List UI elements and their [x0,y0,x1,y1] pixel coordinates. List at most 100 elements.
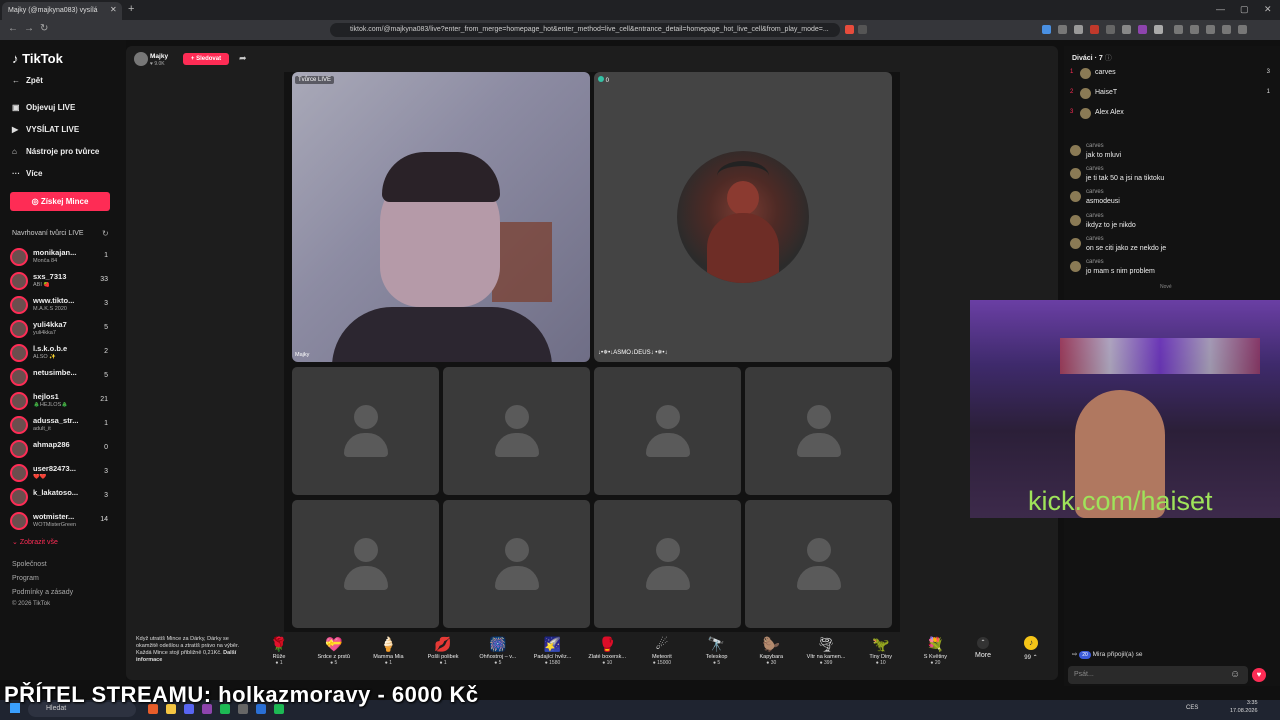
extension-icon[interactable] [1190,25,1199,34]
creator-item[interactable]: netusimbe... 5 [10,366,110,388]
empty-guest-slot[interactable] [745,367,892,495]
host-video[interactable] [292,72,590,362]
minimize-icon[interactable]: — [1216,4,1225,14]
nav-creator-tools[interactable]: ⌂ Nástroje pro tvůrce [12,147,99,156]
gift-item[interactable]: 🔭 Teleskop ● 5 [692,636,742,666]
extension-icon[interactable] [1174,25,1183,34]
chat-user[interactable]: carves [1086,143,1104,149]
empty-guest-slot[interactable] [594,367,741,495]
extension-icon[interactable] [1042,25,1051,34]
chat-user[interactable]: carves [1086,259,1104,265]
brave-shield-icon[interactable] [845,25,854,34]
empty-guest-slot[interactable] [594,500,741,628]
extension-icon[interactable] [1154,25,1163,34]
footer-link[interactable]: Společnost [12,561,47,568]
gift-item[interactable]: 🌠 Padající hvěz... ● 1580 [528,636,578,666]
chat-avatar[interactable] [1070,145,1081,156]
back-icon[interactable]: ← [8,23,18,34]
tiktok-logo[interactable]: ♪ TikTok [12,51,63,66]
creator-item[interactable]: k_lakatoso... 3 [10,486,110,508]
chat-avatar[interactable] [1070,261,1081,272]
more-gifts-button[interactable]: ⌃ More [972,637,994,659]
nav-more[interactable]: ··· Více [12,169,42,178]
creator-item[interactable]: wotmister... WOTMisterGreen 14 [10,510,110,532]
viewer-item[interactable]: 1 carves 3 [1070,66,1270,82]
creator-item[interactable]: hejlos1 🎄HEJLOS🎄 21 [10,390,110,412]
creator-item[interactable]: user82473... ❤️❤️ 3 [10,462,110,484]
empty-guest-slot[interactable] [443,367,590,495]
chat-user[interactable]: carves [1086,166,1104,172]
empty-guest-slot[interactable] [292,367,439,495]
nav-go-live[interactable]: ▶ VYSÍLAT LIVE [12,125,79,134]
extension-icon[interactable] [1122,25,1131,34]
gift-item[interactable]: 💝 Srdce z prstů ● 5 [309,636,359,666]
menu-icon[interactable] [1238,25,1247,34]
empty-guest-slot[interactable] [443,500,590,628]
close-tab-icon[interactable]: ✕ [110,5,117,14]
creator-item[interactable]: ahmap286 0 [10,438,110,460]
viewer-item[interactable]: 3 Alex Alex [1070,106,1270,122]
extension-icon[interactable] [1058,25,1067,34]
info-icon[interactable]: ⓘ [1105,55,1112,62]
chat-user[interactable]: carves [1086,213,1104,219]
coin-balance-button[interactable]: ♪ 99 ⌃ [1018,636,1044,661]
creator-item[interactable]: yuli4kka7 yuli4kka7 5 [10,318,110,340]
url-input[interactable]: tiktok.com/@majkyna083/live?enter_from_m… [330,23,840,37]
extension-icon[interactable] [1138,25,1147,34]
chat-input[interactable]: Psát... [1068,666,1248,684]
chat-avatar[interactable] [1070,214,1081,226]
creator-item[interactable]: monikajan... Monča 84 1 [10,246,110,268]
empty-guest-slot[interactable] [745,500,892,628]
gift-item[interactable]: 🍦 Mamma Mia ● 1 [363,636,413,666]
nav-explore-live[interactable]: ▣ Objevuj LIVE [12,103,75,112]
gift-item[interactable]: 🦖 Tiny Diny ● 10 [856,636,906,666]
viewers-title-text: Diváci · 7 [1072,55,1103,62]
browser-tab[interactable]: Majky (@majkyna083) vysílá [2,2,122,20]
gift-item[interactable]: 🦫 Kapybara ● 30 [746,636,796,666]
language-indicator[interactable]: CES [1186,705,1198,711]
chat-user[interactable]: carves [1086,189,1104,195]
creator-item[interactable]: www.tikto... M.A.K.S 2020 3 [10,294,110,316]
get-coins-button[interactable]: ◎ Získej Mince [10,192,110,211]
chat-avatar[interactable] [1070,191,1081,203]
gift-item[interactable]: 🌹 Růže ● 1 [254,636,304,666]
empty-guest-slot[interactable] [292,500,439,628]
chat-user[interactable]: carves [1086,236,1104,242]
new-tab-icon[interactable]: + [128,3,134,15]
creator-item[interactable]: l.s.k.o.b.e ALSO ✨ 2 [10,342,110,364]
gift-item[interactable]: 💐 S Květiny ● 20 [910,636,960,666]
extension-icon[interactable] [1074,25,1083,34]
wallet-icon[interactable] [1222,25,1231,34]
gift-item[interactable]: 💋 Pošli polibek ● 1 [418,636,468,666]
maximize-icon[interactable]: ▢ [1240,4,1249,15]
chat-avatar[interactable] [1070,168,1081,180]
forward-icon[interactable]: → [24,23,34,34]
refresh-icon[interactable]: ↻ [102,229,109,238]
host-name[interactable]: Majky [150,53,168,60]
viewer-item[interactable]: 2 HaiseT 1 [1070,86,1270,102]
gift-item[interactable]: 🥊 Zlaté boxersk... ● 10 [582,636,632,666]
sidebar-toggle-icon[interactable] [1206,25,1215,34]
back-link[interactable]: ← Zpět [12,76,43,85]
reload-icon[interactable]: ↻ [40,23,48,34]
footer-link[interactable]: Program [12,575,39,582]
close-window-icon[interactable]: ✕ [1264,4,1272,15]
gift-item[interactable]: 🌪 Vítr na kamen... ● 399 [801,636,851,666]
rewards-icon[interactable] [858,25,867,34]
creator-name: k_lakatoso... [33,488,79,497]
clock[interactable]: 3:35 17.08.2026 [1230,700,1258,715]
extension-icon[interactable] [1106,25,1115,34]
footer-link[interactable]: Podmínky a zásady [12,589,73,596]
creator-item[interactable]: sxs_7313 ABI 🍓 33 [10,270,110,292]
extension-icon[interactable] [1090,25,1099,34]
like-heart-button[interactable]: ♥ [1252,668,1266,682]
host-avatar[interactable] [134,52,148,66]
show-all-link[interactable]: ⌄ Zobrazit vše [12,538,58,546]
share-icon[interactable]: ➦ [239,53,247,64]
gift-item[interactable]: ☄ Meteorit ● 15000 [637,636,687,666]
follow-button[interactable]: + Sledovat [183,53,229,65]
gift-item[interactable]: 🎆 Ohňostroj – v... ● 5 [473,636,523,666]
creator-item[interactable]: adussa_str... adult_it 1 [10,414,110,436]
chat-avatar[interactable] [1070,237,1081,249]
emoji-icon[interactable]: ☺ [1230,669,1240,680]
